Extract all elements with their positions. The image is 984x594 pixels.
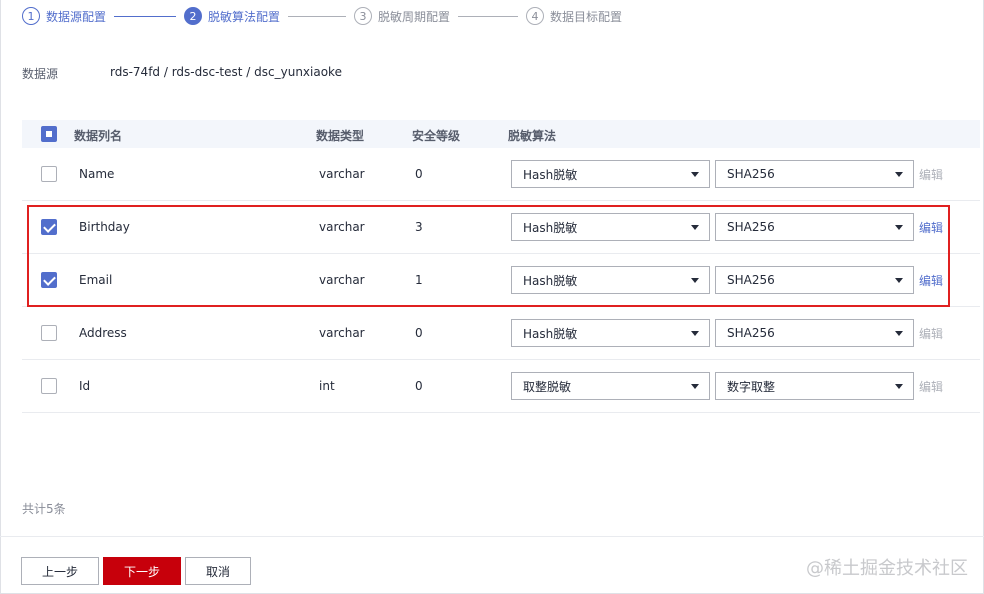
step-2[interactable]: 2 脱敏算法配置 — [184, 7, 280, 25]
step-4[interactable]: 4 数据目标配置 — [526, 7, 622, 25]
row-checkbox[interactable] — [41, 325, 57, 341]
param-select-value: SHA256 — [727, 326, 775, 340]
cancel-button[interactable]: 取消 — [185, 557, 251, 585]
data-type: int — [319, 379, 335, 393]
selected-rows-highlight — [27, 205, 950, 307]
step-number: 3 — [354, 7, 373, 25]
table-header: 数据列名 数据类型 安全等级 脱敏算法 — [22, 120, 980, 148]
next-button[interactable]: 下一步 — [103, 557, 181, 585]
param-select-value: 数字取整 — [727, 379, 776, 394]
table-row: Name varchar 0 Hash脱敏 SHA256 编辑 — [22, 148, 980, 201]
chevron-down-icon — [895, 331, 903, 336]
security-level: 0 — [415, 167, 423, 181]
step-connector — [114, 15, 177, 17]
header-masking-algorithm: 脱敏算法 — [508, 129, 557, 143]
algorithm-select-value: Hash脱敏 — [523, 326, 578, 341]
chevron-down-icon — [691, 172, 699, 177]
edit-link[interactable]: 编辑 — [919, 378, 943, 395]
edit-link[interactable]: 编辑 — [919, 325, 943, 342]
header-security-level: 安全等级 — [412, 129, 461, 143]
step-connector — [458, 15, 519, 17]
step-number: 2 — [184, 7, 203, 25]
watermark: @稀土掘金技术社区 — [806, 558, 968, 579]
data-type: varchar — [319, 167, 365, 181]
row-checkbox[interactable] — [41, 166, 57, 182]
datasource-value: rds-74fd / rds-dsc-test / dsc_yunxiaoke — [110, 65, 342, 79]
algorithm-select-value: Hash脱敏 — [523, 167, 578, 182]
step-number: 4 — [526, 7, 545, 25]
footer-divider — [0, 536, 984, 537]
table-row: Id int 0 取整脱敏 数字取整 编辑 — [22, 360, 980, 413]
select-all-checkbox[interactable] — [41, 126, 57, 142]
header-column-name: 数据列名 — [74, 129, 123, 143]
step-1[interactable]: 1 数据源配置 — [22, 7, 106, 25]
algorithm-select-value: 取整脱敏 — [523, 379, 572, 394]
datasource-label: 数据源 — [22, 67, 59, 81]
table-row: Address varchar 0 Hash脱敏 SHA256 编辑 — [22, 307, 980, 360]
header-data-type: 数据类型 — [316, 129, 365, 143]
step-number: 1 — [22, 7, 40, 25]
chevron-down-icon — [691, 331, 699, 336]
security-level: 0 — [415, 379, 423, 393]
column-name: Name — [79, 167, 115, 181]
step-label: 脱敏周期配置 — [378, 9, 451, 24]
row-checkbox[interactable] — [41, 378, 57, 394]
column-name: Id — [79, 379, 91, 393]
algorithm-param-select[interactable]: SHA256 — [715, 160, 914, 188]
prev-button[interactable]: 上一步 — [21, 557, 99, 585]
algorithm-select[interactable]: Hash脱敏 — [511, 160, 710, 188]
step-label: 数据源配置 — [46, 9, 107, 24]
step-3[interactable]: 3 脱敏周期配置 — [354, 7, 450, 25]
chevron-down-icon — [895, 172, 903, 177]
step-connector — [288, 15, 347, 17]
algorithm-param-select[interactable]: SHA256 — [715, 319, 914, 347]
data-type: varchar — [319, 326, 365, 340]
chevron-down-icon — [895, 384, 903, 389]
edit-link[interactable]: 编辑 — [919, 166, 943, 183]
security-level: 0 — [415, 326, 423, 340]
step-label: 数据目标配置 — [550, 9, 623, 24]
stepper: 1 数据源配置 2 脱敏算法配置 3 脱敏周期配置 4 数据目标配置 — [22, 6, 622, 26]
algorithm-select[interactable]: Hash脱敏 — [511, 319, 710, 347]
param-select-value: SHA256 — [727, 167, 775, 181]
algorithm-select[interactable]: 取整脱敏 — [511, 372, 710, 400]
algorithm-param-select[interactable]: 数字取整 — [715, 372, 914, 400]
step-label: 脱敏算法配置 — [208, 9, 281, 24]
chevron-down-icon — [691, 384, 699, 389]
column-name: Address — [79, 326, 127, 340]
total-count: 共计5条 — [22, 502, 66, 516]
